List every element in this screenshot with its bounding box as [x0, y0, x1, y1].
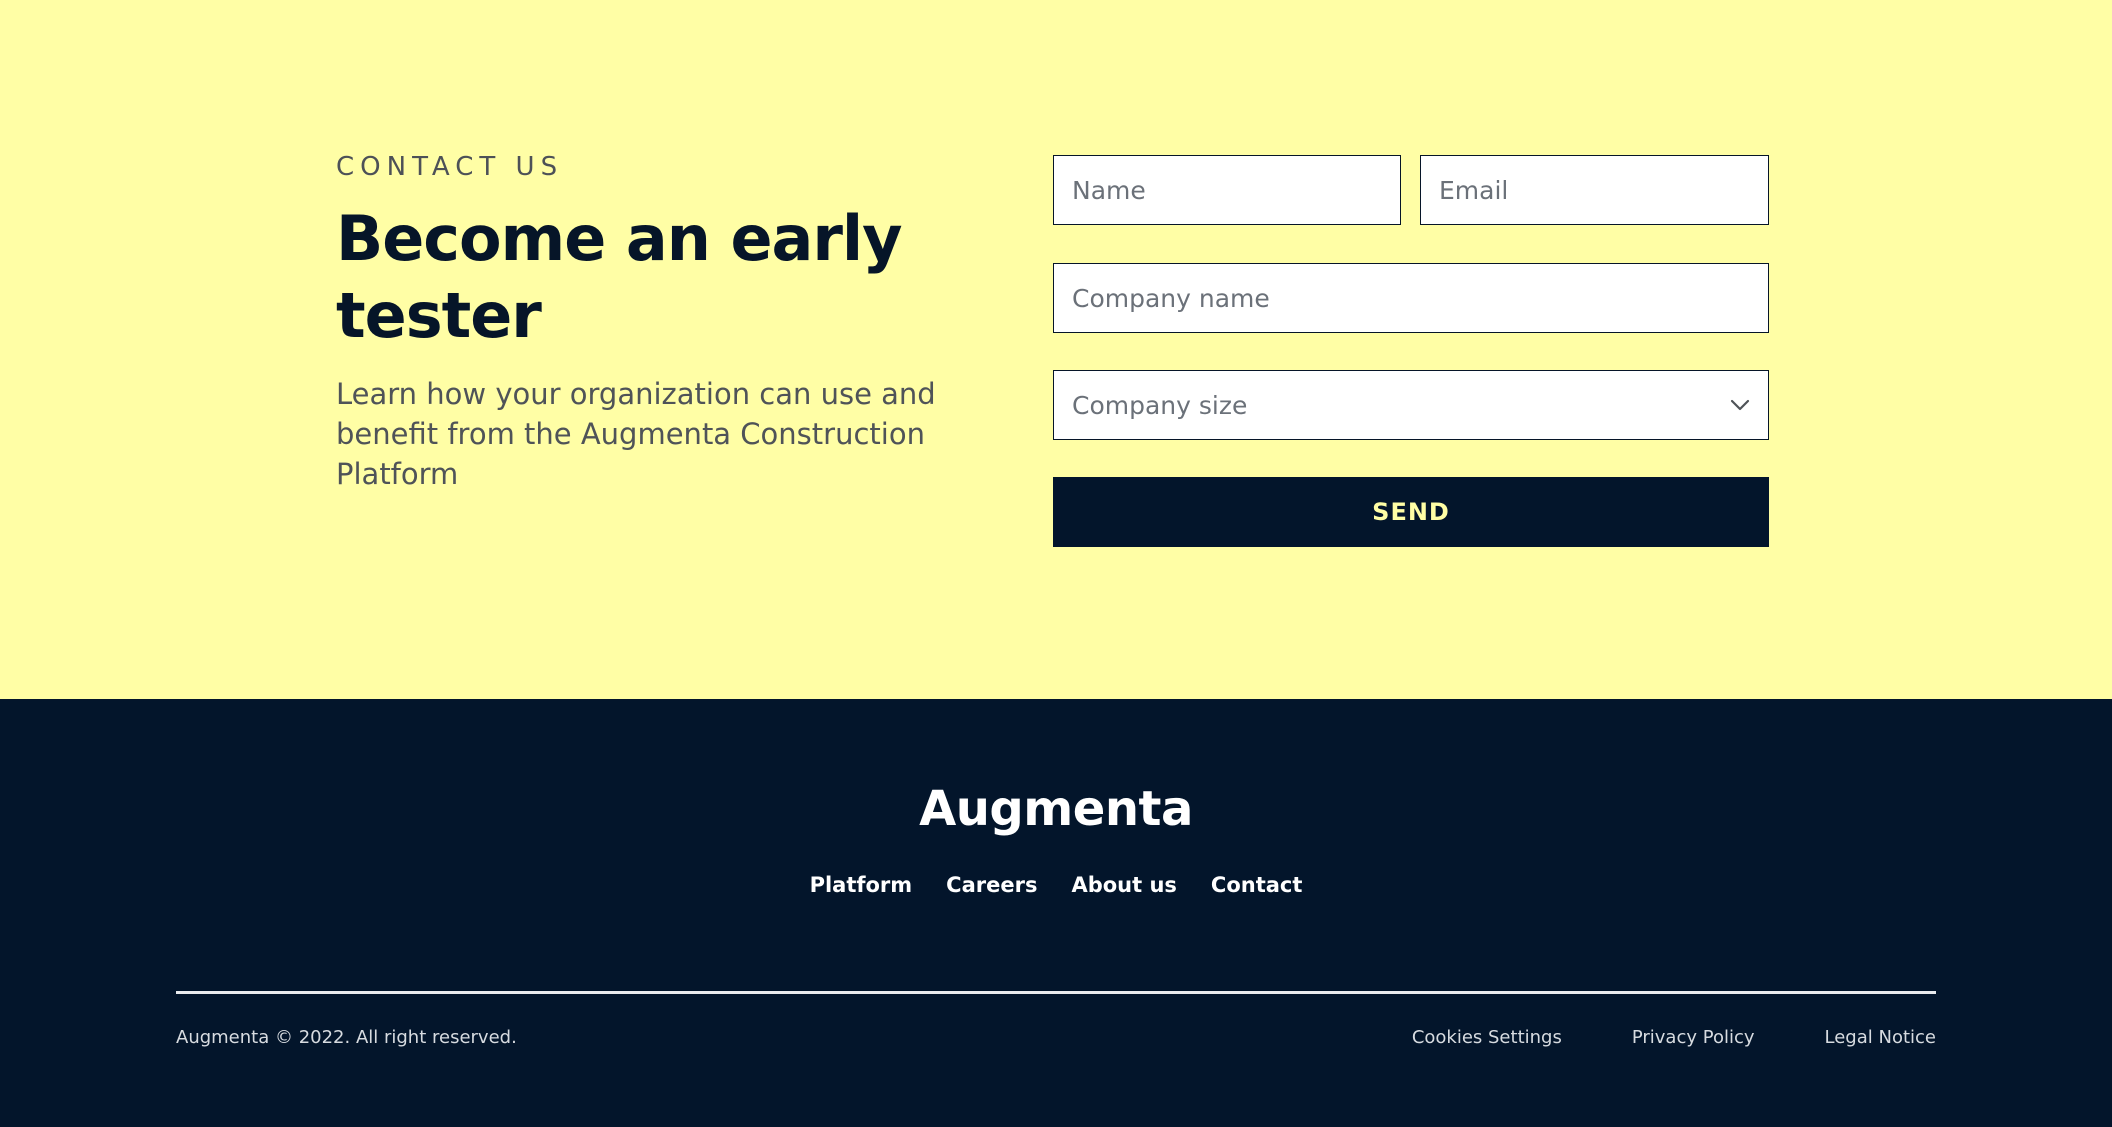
company-name-field[interactable]	[1053, 263, 1769, 333]
footer-link-about[interactable]: About us	[1071, 873, 1176, 897]
site-footer: Augmenta Platform Careers About us Conta…	[0, 699, 2112, 1127]
footer-logo: Augmenta	[919, 781, 1193, 837]
footer-nav: Platform Careers About us Contact	[0, 873, 2112, 897]
footer-link-contact[interactable]: Contact	[1211, 873, 1303, 897]
page-title: Become an early tester	[336, 202, 903, 352]
company-size-select[interactable]: Company size	[1053, 370, 1769, 440]
company-size-placeholder: Company size	[1072, 390, 1248, 420]
lead-text: Learn how your organization can use and …	[336, 377, 936, 491]
email-field[interactable]	[1420, 155, 1769, 225]
legal-links: Cookies Settings Privacy Policy Legal No…	[1412, 1027, 1936, 1048]
chevron-down-icon	[1730, 395, 1750, 415]
footer-link-careers[interactable]: Careers	[946, 873, 1037, 897]
name-field[interactable]	[1053, 155, 1401, 225]
privacy-policy-link[interactable]: Privacy Policy	[1632, 1027, 1755, 1048]
footer-link-platform[interactable]: Platform	[810, 873, 913, 897]
copyright-text: Augmenta © 2022. All right reserved.	[176, 1027, 517, 1048]
cookies-settings-link[interactable]: Cookies Settings	[1412, 1027, 1562, 1048]
contact-eyebrow: CONTACT US	[336, 152, 564, 182]
send-button[interactable]: SEND	[1053, 477, 1769, 547]
footer-divider	[176, 991, 1936, 994]
legal-notice-link[interactable]: Legal Notice	[1825, 1027, 1936, 1048]
contact-section: CONTACT US Become an early tester Learn …	[0, 0, 2112, 699]
